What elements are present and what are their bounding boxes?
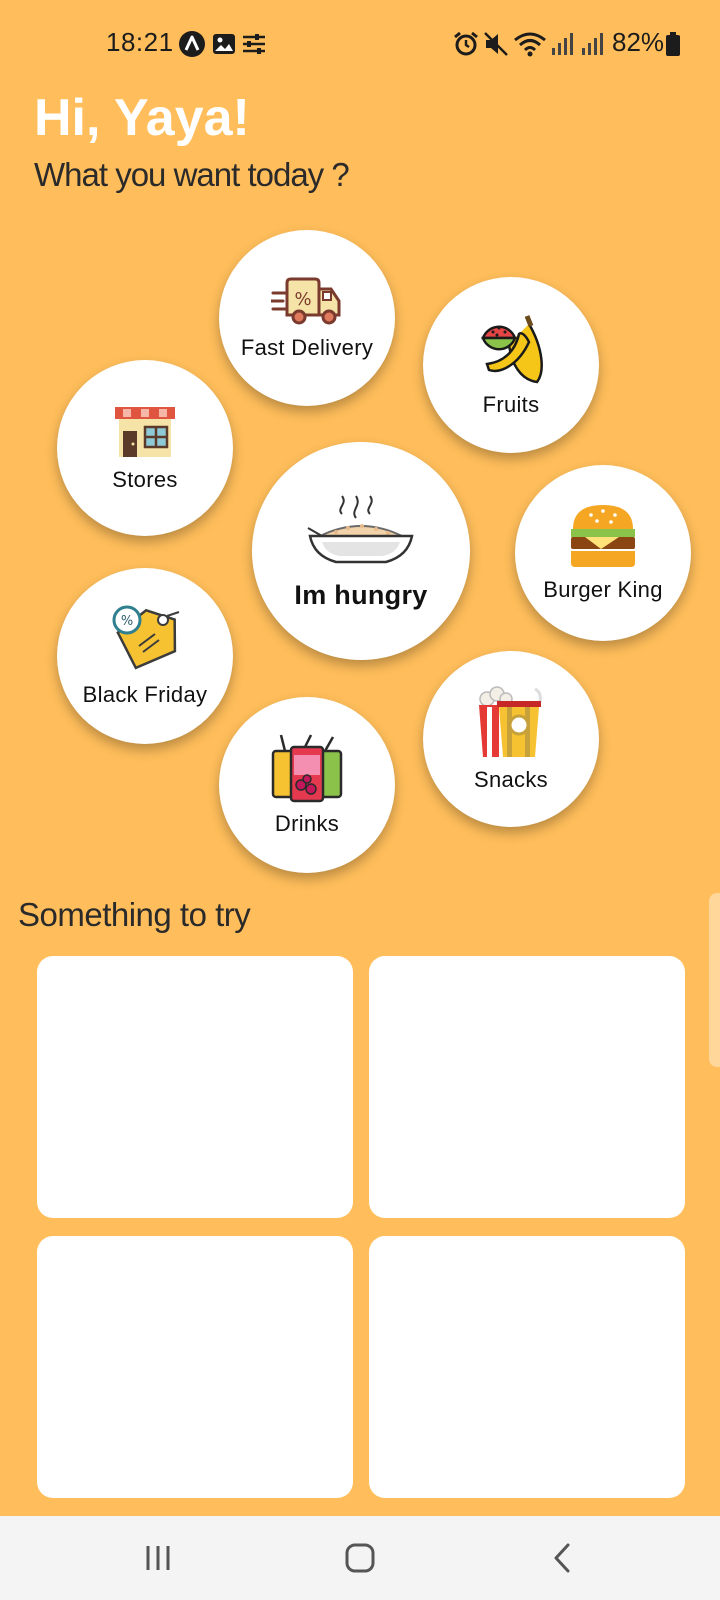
- category-snacks[interactable]: Snacks: [423, 651, 599, 827]
- status-time: 18:21: [106, 27, 174, 57]
- try-card[interactable]: [37, 956, 353, 1218]
- store-icon: [115, 407, 175, 457]
- category-fruits[interactable]: Fruits: [423, 277, 599, 453]
- category-drinks[interactable]: Drinks: [219, 697, 395, 873]
- category-label: Fruits: [482, 392, 540, 417]
- category-fast-delivery[interactable]: % Fast Delivery: [219, 230, 395, 406]
- drinks-icon: [271, 734, 343, 803]
- category-burger-king[interactable]: Burger King: [515, 465, 691, 641]
- section-title: Something to try: [18, 896, 251, 933]
- greeting-title: Hi, Yaya!: [34, 89, 250, 147]
- category-black-friday[interactable]: % Black Friday: [57, 568, 233, 744]
- discount-tag-icon: %: [112, 605, 180, 670]
- sliders-icon: [243, 34, 265, 54]
- burger-icon: [571, 505, 635, 567]
- alarm-icon: [454, 31, 478, 56]
- category-label: Burger King: [543, 577, 663, 602]
- status-bar: 18:21 82%: [0, 0, 720, 88]
- category-label: Fast Delivery: [240, 335, 374, 360]
- category-label: Drinks: [274, 811, 340, 836]
- category-label: Stores: [112, 467, 178, 492]
- battery-percent: 82%: [612, 27, 665, 57]
- home-button[interactable]: [330, 1532, 390, 1584]
- svg-text:%: %: [294, 289, 311, 310]
- signal-icon: [582, 33, 603, 55]
- popcorn-icon: [479, 686, 542, 757]
- svg-text:%: %: [121, 614, 133, 629]
- delivery-truck-icon: %: [271, 277, 341, 325]
- fruits-icon: [481, 315, 543, 384]
- try-card[interactable]: [37, 1236, 353, 1498]
- mute-icon: [484, 32, 508, 56]
- battery-icon: [666, 32, 680, 56]
- greeting-subtitle: What you want today ?: [34, 156, 350, 193]
- try-card[interactable]: [369, 1236, 685, 1498]
- recent-apps-icon: [146, 1546, 170, 1570]
- navigation-app-icon: [179, 31, 205, 57]
- signal-icon: [552, 33, 573, 55]
- category-stores[interactable]: Stores: [57, 360, 233, 536]
- back-icon: [554, 1543, 570, 1573]
- category-im-hungry[interactable]: Im hungry: [252, 442, 470, 660]
- edge-panel-handle[interactable]: [709, 893, 720, 1067]
- category-label: Black Friday: [82, 682, 208, 707]
- gallery-icon: [213, 34, 235, 54]
- category-label: Snacks: [474, 767, 548, 792]
- navigation-bar: [0, 1516, 720, 1600]
- rice-bowl-icon: [307, 494, 414, 563]
- home-icon: [345, 1543, 375, 1573]
- category-label: Im hungry: [294, 579, 428, 610]
- try-card[interactable]: [369, 956, 685, 1218]
- recent-apps-button[interactable]: [128, 1532, 188, 1584]
- back-button[interactable]: [532, 1532, 592, 1584]
- wifi-icon: [514, 32, 546, 57]
